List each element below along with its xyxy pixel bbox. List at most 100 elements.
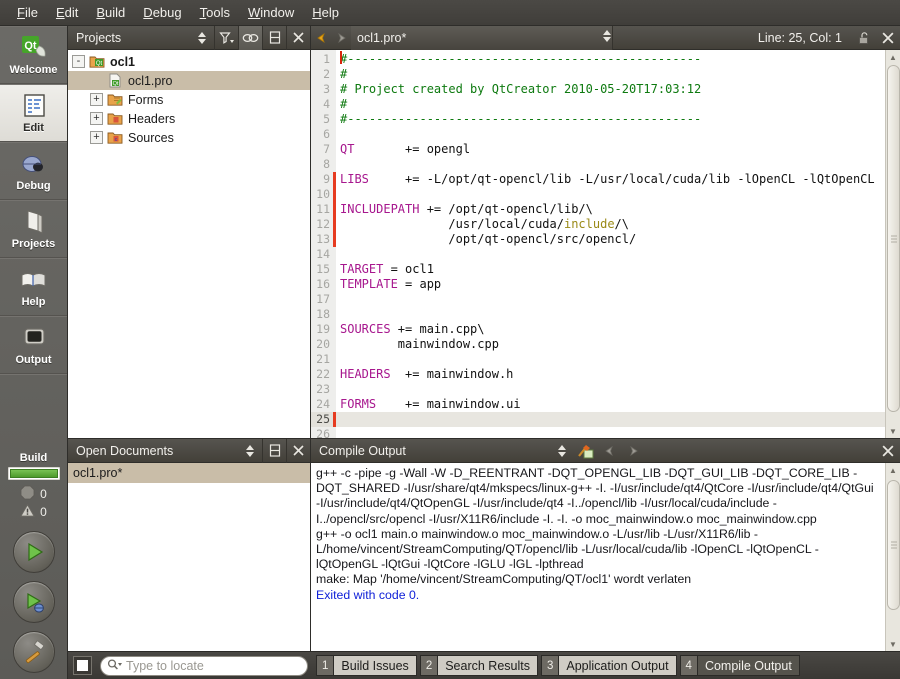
- scroll-up-button[interactable]: ▲: [885, 463, 900, 477]
- output-line: g++ -o ocl1 main.o mainwindow.o moc_main…: [316, 526, 819, 572]
- source-code-text[interactable]: #---------------------------------------…: [336, 50, 885, 438]
- line-number: 20: [316, 337, 330, 351]
- tree-expander[interactable]: -: [72, 55, 85, 68]
- code-line: FORMS += mainwindow.ui: [340, 397, 521, 411]
- clear-output-button[interactable]: [574, 439, 598, 463]
- tree-expander[interactable]: +: [90, 131, 103, 144]
- code-editor-area[interactable]: 1 2 3 4 5 6 7 8 9 10 11 12 13 14 15 16 17 18 19 20 21 22 23 24 2…: [311, 50, 900, 438]
- line-number: 19: [316, 322, 330, 336]
- output-tab-search-results[interactable]: 2 Search Results: [419, 655, 538, 676]
- close-button[interactable]: [286, 25, 310, 50]
- mode-label: Help: [21, 296, 46, 308]
- toggle-sidebar-button[interactable]: [74, 657, 91, 674]
- editor-vertical-scrollbar[interactable]: ▲ ▼: [885, 50, 900, 438]
- compile-output-body[interactable]: g++ -c -pipe -g -Wall -W -D_REENTRANT -D…: [311, 463, 900, 651]
- menu-item-debug[interactable]: Debug: [134, 2, 190, 23]
- tree-expander[interactable]: +: [90, 112, 103, 125]
- code-line: #: [340, 67, 348, 81]
- qt-project-icon: Qt: [89, 54, 105, 69]
- output-tab-compile-output[interactable]: 4 Compile Output: [679, 655, 800, 676]
- output-vertical-scrollbar[interactable]: ▲ ▼: [885, 463, 900, 651]
- output-tab-build-issues[interactable]: 1 Build Issues: [316, 655, 417, 676]
- menu-item-edit[interactable]: Edit: [47, 2, 87, 23]
- open-document-item[interactable]: ocl1.pro*: [68, 463, 310, 483]
- locator-input[interactable]: Type to locate: [100, 655, 308, 676]
- code-line: LIBS += -L/opt/qt-opencl/lib -L/usr/loca…: [340, 172, 875, 186]
- previous-item-button[interactable]: [598, 439, 622, 463]
- close-output-button[interactable]: [876, 439, 900, 463]
- mode-button-projects[interactable]: Projects: [0, 200, 67, 258]
- open-documents-list[interactable]: ocl1.pro*: [68, 463, 310, 651]
- menu-item-build[interactable]: Build: [87, 2, 134, 23]
- navigate-back-button[interactable]: [311, 26, 331, 50]
- warning-count-row[interactable]: 0: [20, 503, 47, 521]
- close-x-icon: [882, 32, 894, 43]
- code-line: /usr/local/cuda/include/\: [340, 217, 629, 231]
- scroll-up-button[interactable]: ▲: [885, 50, 900, 64]
- tree-expander[interactable]: +: [90, 93, 103, 106]
- mode-button-welcome[interactable]: Qt Welcome: [0, 26, 67, 84]
- line-number: 15: [316, 262, 330, 276]
- tree-item-ocl1[interactable]: - Qt ocl1: [68, 52, 310, 71]
- scroll-track[interactable]: [886, 64, 900, 424]
- folder-forms-icon: [107, 92, 123, 107]
- scroll-track[interactable]: [886, 477, 900, 637]
- tree-item-forms[interactable]: + Forms: [68, 90, 310, 109]
- mode-button-edit[interactable]: Edit: [0, 84, 67, 142]
- editor-panel: ocl1.pro* Line: 25, Col: 1 1 2 3 4 5 6 7 8 9 10 11…: [311, 25, 900, 438]
- split-button[interactable]: [262, 438, 286, 463]
- next-item-button[interactable]: [622, 439, 646, 463]
- build-button[interactable]: [12, 631, 55, 673]
- scroll-thumb[interactable]: [886, 65, 900, 413]
- tree-item-headers[interactable]: + Headers: [68, 109, 310, 128]
- issue-counts: 0 0: [20, 485, 47, 521]
- octagon-error-icon: [20, 485, 35, 503]
- output-tab-application-output[interactable]: 3 Application Output: [540, 655, 677, 676]
- menu-item-tools[interactable]: Tools: [191, 2, 239, 23]
- output-tab-number: 1: [317, 656, 335, 675]
- code-line: mainwindow.cpp: [340, 337, 499, 351]
- projects-view-selector[interactable]: [190, 26, 214, 50]
- tree-item-sources[interactable]: + c Sources: [68, 128, 310, 147]
- compile-output-header: Compile Output: [311, 439, 900, 463]
- close-button[interactable]: [286, 438, 310, 463]
- line-number: 26: [316, 427, 330, 438]
- code-line: [336, 51, 885, 427]
- menu-item-file[interactable]: File: [8, 2, 47, 23]
- error-count-row[interactable]: 0: [20, 485, 47, 503]
- sync-with-editor-button[interactable]: [238, 25, 262, 50]
- close-editor-button[interactable]: [876, 26, 900, 50]
- tree-item-ocl1-pro[interactable]: Qt ocl1.pro: [68, 71, 310, 90]
- project-tree[interactable]: - Qt ocl1 Qt ocl1.pro + Forms + Headers + c Sources: [68, 50, 310, 438]
- triangle-warning-icon: [20, 503, 36, 521]
- mode-button-output[interactable]: Output: [0, 316, 67, 374]
- line-number: 14: [316, 247, 330, 261]
- scroll-thumb[interactable]: [886, 480, 900, 610]
- scroll-down-button[interactable]: ▼: [885, 424, 900, 438]
- menu-item-window[interactable]: Window: [239, 2, 303, 23]
- open-file-combobox[interactable]: ocl1.pro*: [351, 25, 613, 50]
- filter-button[interactable]: [214, 25, 238, 50]
- line-number: 18: [316, 307, 330, 321]
- navigate-forward-button[interactable]: [331, 26, 351, 50]
- scroll-down-button[interactable]: ▼: [885, 637, 900, 651]
- open-documents-title: Open Documents: [76, 443, 174, 458]
- split-button[interactable]: [262, 25, 286, 50]
- arrow-forward-icon: [630, 445, 638, 456]
- open-documents-view-selector[interactable]: [238, 439, 262, 463]
- line-number-gutter: 1 2 3 4 5 6 7 8 9 10 11 12 13 14 15 16 17 18 19 20 21 22 23 24 2…: [311, 50, 333, 438]
- run-button[interactable]: [12, 531, 55, 573]
- mode-button-help[interactable]: Help: [0, 258, 67, 316]
- mode-button-debug[interactable]: Debug: [0, 142, 67, 200]
- projects-panel-header: Projects: [68, 25, 310, 50]
- line-number: 10: [316, 187, 330, 201]
- output-pane-selector[interactable]: [550, 439, 574, 463]
- debug-button[interactable]: [12, 581, 55, 623]
- lock-file-button[interactable]: [852, 26, 876, 50]
- mode-selector-sidebar: Qt Welcome Edit Debug Projects Help Output Bui…: [0, 26, 68, 679]
- projects-panel-title: Projects: [76, 30, 122, 45]
- menu-item-help[interactable]: Help: [303, 2, 348, 23]
